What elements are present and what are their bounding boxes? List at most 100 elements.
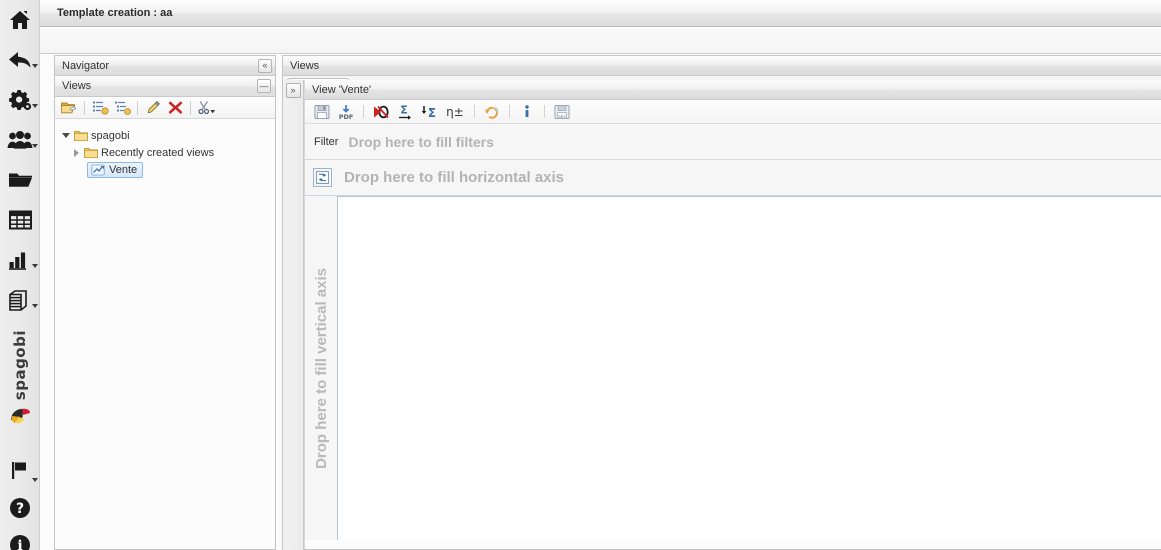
- rail-repository-button[interactable]: [0, 160, 40, 200]
- toolbar-separator: [363, 105, 364, 118]
- sigma-arrow-icon: Σ: [398, 104, 411, 120]
- views-tree: spagobi Recently created views Vente: [55, 119, 275, 182]
- tree-node-spagobi[interactable]: spagobi: [61, 127, 271, 144]
- tree-expander-open-icon[interactable]: [61, 131, 71, 141]
- navigator-toolbar: [55, 97, 275, 119]
- new-child-view-button[interactable]: [112, 99, 132, 117]
- rail-datasources-button[interactable]: [0, 280, 40, 320]
- rail-back-caret-icon[interactable]: [32, 64, 38, 68]
- rail-settings-button[interactable]: [0, 80, 40, 120]
- tree-label-spagobi: spagobi: [91, 129, 130, 142]
- tree-node-recently-created-views[interactable]: Recently created views: [61, 144, 271, 161]
- bar-chart-icon: [9, 252, 26, 270]
- rail-analysis-button[interactable]: [0, 240, 40, 280]
- left-icon-rail: spagobi ? i: [0, 0, 40, 550]
- view-toolbar: PDF Σ Σ η± abc: [305, 100, 1161, 124]
- export-pdf-icon: PDF: [339, 104, 354, 120]
- views-dock-header: Views: [283, 56, 1161, 76]
- toolbar-separator: [509, 105, 510, 118]
- tools-button[interactable]: [196, 99, 220, 117]
- rail-users-button[interactable]: [0, 120, 40, 160]
- rail-language-button[interactable]: [0, 450, 40, 490]
- tree-node-vente[interactable]: Vente: [61, 161, 271, 178]
- open-folder-button[interactable]: [59, 99, 79, 117]
- vertical-axis-drop-zone[interactable]: Drop here to fill vertical axis: [305, 196, 337, 540]
- view-body: » View 'Vente' PDF Σ Σ η± abc Filter Dro…: [283, 80, 1161, 550]
- edit-button[interactable]: [143, 99, 163, 117]
- home-icon: [10, 11, 30, 29]
- navigator-panel: Navigator « Views — spagobi Recently cre…: [54, 55, 276, 550]
- delete-button[interactable]: [165, 99, 185, 117]
- subtotals-button[interactable]: Σ: [394, 102, 416, 122]
- toolbar-separator: [544, 105, 545, 118]
- page-title: Template creation : aa: [57, 7, 173, 19]
- save-as-icon: abc: [554, 104, 570, 119]
- save-button[interactable]: [311, 102, 333, 122]
- spagobi-logo: spagobi: [0, 330, 40, 430]
- tree-label-recently-created-views: Recently created views: [101, 146, 215, 159]
- new-view-button[interactable]: [90, 99, 110, 117]
- svg-text:i: i: [17, 538, 22, 550]
- rail-analysis-caret-icon[interactable]: [32, 264, 38, 268]
- spagobi-pinwheel-icon: [11, 408, 30, 424]
- export-pdf-button[interactable]: PDF: [335, 102, 357, 122]
- window-title-bar: Template creation : aa: [40, 0, 1161, 27]
- toolbar-separator: [474, 105, 475, 118]
- tree-node-vente-selected[interactable]: Vente: [87, 161, 144, 178]
- folder-icon: [74, 130, 88, 141]
- folder-icon: [84, 147, 98, 158]
- view-info-button[interactable]: [516, 102, 538, 122]
- svg-text:?: ?: [16, 501, 24, 517]
- rail-home-button[interactable]: [0, 0, 40, 40]
- folder-icon: [8, 173, 32, 187]
- navigator-views-minimize-button[interactable]: —: [257, 79, 271, 93]
- hide-zeros-button[interactable]: [370, 102, 392, 122]
- navigator-title: Navigator: [62, 59, 110, 72]
- rail-info-button[interactable]: i: [0, 525, 40, 550]
- calculated-field-label: η±: [446, 104, 464, 119]
- pivot-axes-button[interactable]: [313, 168, 332, 187]
- horizontal-axis-drop-zone[interactable]: Drop here to fill horizontal axis: [305, 160, 1161, 196]
- expand-side-panel-button[interactable]: »: [285, 83, 301, 98]
- top-ribbon-bar: [40, 28, 1161, 54]
- svg-text:PDF: PDF: [339, 113, 354, 120]
- views-dock-title: Views: [290, 59, 320, 72]
- grand-total-button[interactable]: Σ: [418, 102, 440, 122]
- pivot-axes-icon: [316, 171, 329, 184]
- workspace: Navigator « Views — spagobi Recently cre…: [40, 55, 1161, 550]
- save-as-button[interactable]: abc: [551, 102, 573, 122]
- calculated-field-button[interactable]: η±: [442, 102, 468, 122]
- collapsed-side-strip: »: [283, 80, 304, 550]
- rail-help-button[interactable]: ?: [0, 488, 40, 528]
- rail-datasources-caret-icon[interactable]: [32, 304, 38, 308]
- navigator-views-title: Views: [62, 80, 92, 92]
- delete-x-icon: [168, 101, 182, 114]
- users-icon: [7, 131, 33, 149]
- pivot-grid-area: Drop here to fill vertical axis: [305, 196, 1161, 540]
- help-icon: ?: [10, 498, 30, 518]
- view-info-icon: [525, 104, 529, 117]
- filter-drop-zone[interactable]: Filter Drop here to fill filters: [305, 124, 1161, 160]
- view-title: View 'Vente': [312, 83, 372, 96]
- navigator-views-header: Views —: [55, 76, 275, 97]
- scissors-tools-icon: [198, 101, 216, 115]
- rail-settings-caret-icon[interactable]: [32, 104, 38, 108]
- view-header: View 'Vente': [305, 80, 1161, 100]
- rail-back-button[interactable]: [0, 40, 40, 80]
- tree-expander-closed-icon[interactable]: [71, 148, 81, 158]
- rail-language-caret-icon[interactable]: [32, 478, 38, 482]
- pencil-icon: [147, 100, 160, 114]
- rail-datasets-button[interactable]: [0, 200, 40, 240]
- navigator-collapse-button[interactable]: «: [258, 58, 272, 73]
- filter-drop-placeholder: Drop here to fill filters: [348, 133, 494, 150]
- pivot-grid-canvas[interactable]: [337, 196, 1161, 540]
- table-icon: [8, 210, 32, 230]
- vertical-axis-placeholder: Drop here to fill vertical axis: [312, 267, 330, 469]
- gear-icon: [9, 90, 32, 111]
- refresh-links-icon: [484, 106, 499, 119]
- toolbar-separator: [190, 100, 191, 115]
- open-folder-icon: [60, 102, 76, 114]
- rail-users-caret-icon[interactable]: [32, 144, 38, 148]
- refresh-links-button[interactable]: [481, 102, 503, 122]
- svg-text:Σ: Σ: [428, 106, 436, 120]
